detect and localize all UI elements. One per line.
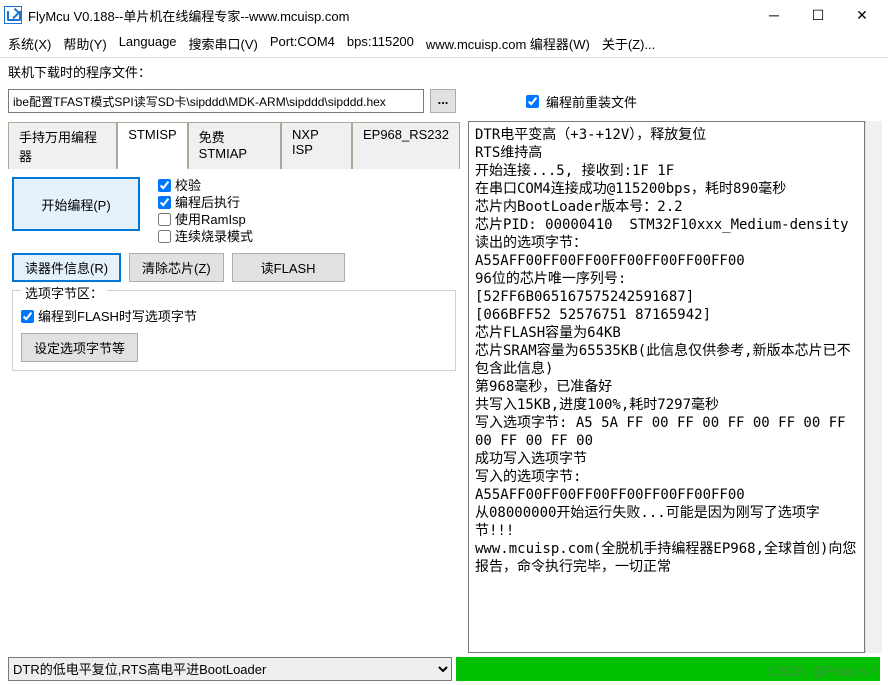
menu-bps[interactable]: bps:115200 xyxy=(347,34,414,53)
dtr-mode-select[interactable]: DTR的低电平复位,RTS高电平进BootLoader xyxy=(8,657,452,681)
menu-port[interactable]: Port:COM4 xyxy=(270,34,335,53)
chk-ramisp[interactable]: 使用RamIsp xyxy=(158,211,253,228)
reload-checkbox[interactable] xyxy=(526,95,539,108)
main-split: 手持万用编程器 STMISP 免费STMIAP NXP ISP EP968_RS… xyxy=(0,117,888,657)
chk-verify[interactable]: 校验 xyxy=(158,177,253,194)
option-bytes-fieldset: 选项字节区： 编程到FLASH时写选项字节 设定选项字节等 xyxy=(12,290,456,371)
menubar: 系统(X) 帮助(Y) Language 搜索串口(V) Port:COM4 b… xyxy=(0,30,888,58)
window-controls: ─ ☐ ✕ xyxy=(752,0,884,30)
menu-help[interactable]: 帮助(Y) xyxy=(63,34,106,53)
program-row: 开始编程(P) 校验 编程后执行 使用RamIsp 连续烧录模式 xyxy=(12,177,456,245)
tab-body: 开始编程(P) 校验 编程后执行 使用RamIsp 连续烧录模式 读器件信息(R… xyxy=(8,169,460,379)
options-column: 校验 编程后执行 使用RamIsp 连续烧录模式 xyxy=(158,177,253,245)
clear-chip-button[interactable]: 清除芯片(Z) xyxy=(129,253,224,282)
file-input-row: ... 编程前重装文件 xyxy=(0,85,888,117)
chk-continuous[interactable]: 连续烧录模式 xyxy=(158,228,253,245)
window-title: FlyMcu V0.188--单片机在线编程专家--www.mcuisp.com xyxy=(28,6,752,25)
right-panel: DTR电平变高（+3-+12V），释放复位 RTS维持高 开始连接...5, 接… xyxy=(468,117,888,657)
menu-programmer[interactable]: www.mcuisp.com 编程器(W) xyxy=(426,34,590,53)
menu-system[interactable]: 系统(X) xyxy=(8,34,51,53)
read-info-button[interactable]: 读器件信息(R) xyxy=(12,253,121,282)
minimize-button[interactable]: ─ xyxy=(752,0,796,30)
tab-nxpisp[interactable]: NXP ISP xyxy=(281,122,352,169)
menu-about[interactable]: 关于(Z)... xyxy=(602,34,655,53)
menu-search-port[interactable]: 搜索串口(V) xyxy=(189,34,258,53)
watermark: CSDN @Polaris ! xyxy=(768,663,876,679)
bottom-row: DTR的低电平复位,RTS高电平进BootLoader xyxy=(0,657,888,685)
menu-language[interactable]: Language xyxy=(119,34,177,53)
chk-write-opt[interactable]: 编程到FLASH时写选项字节 xyxy=(21,308,447,325)
tab-handheld[interactable]: 手持万用编程器 xyxy=(8,122,117,169)
titlebar: FlyMcu V0.188--单片机在线编程专家--www.mcuisp.com… xyxy=(0,0,888,30)
browse-button[interactable]: ... xyxy=(430,89,456,113)
tab-stmisp[interactable]: STMISP xyxy=(117,122,187,169)
read-flash-button[interactable]: 读FLASH xyxy=(232,253,345,282)
left-panel: 手持万用编程器 STMISP 免费STMIAP NXP ISP EP968_RS… xyxy=(0,117,468,657)
file-label: 联机下载时的程序文件： xyxy=(8,62,151,81)
chk-run-after[interactable]: 编程后执行 xyxy=(158,194,253,211)
reload-checkbox-wrap[interactable]: 编程前重装文件 xyxy=(522,92,637,111)
reload-label: 编程前重装文件 xyxy=(546,92,637,111)
tab-stmiap[interactable]: 免费STMIAP xyxy=(188,122,281,169)
set-option-bytes-button[interactable]: 设定选项字节等 xyxy=(21,333,138,362)
action-buttons: 读器件信息(R) 清除芯片(Z) 读FLASH xyxy=(12,253,456,282)
option-bytes-legend: 选项字节区： xyxy=(21,283,107,302)
file-path-input[interactable] xyxy=(8,89,424,113)
close-button[interactable]: ✕ xyxy=(840,0,884,30)
start-program-button[interactable]: 开始编程(P) xyxy=(12,177,140,231)
file-row: 联机下载时的程序文件： xyxy=(0,58,888,85)
log-output[interactable]: DTR电平变高（+3-+12V），释放复位 RTS维持高 开始连接...5, 接… xyxy=(468,121,865,653)
scrollbar[interactable] xyxy=(865,121,882,653)
app-icon xyxy=(4,6,22,24)
tabs: 手持万用编程器 STMISP 免费STMIAP NXP ISP EP968_RS… xyxy=(8,121,460,169)
tab-ep968[interactable]: EP968_RS232 xyxy=(352,122,460,169)
maximize-button[interactable]: ☐ xyxy=(796,0,840,30)
